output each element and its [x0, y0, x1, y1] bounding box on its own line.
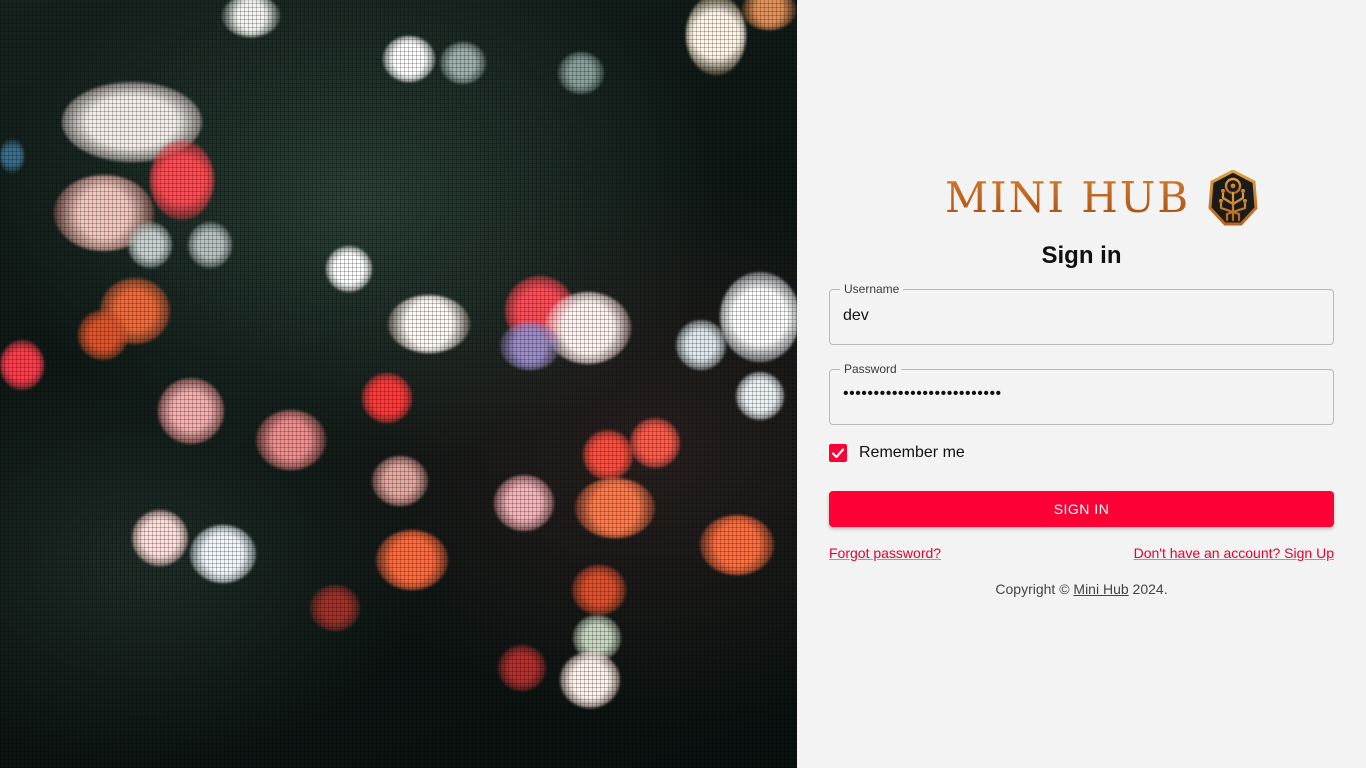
background-image [0, 0, 797, 768]
remember-me-option[interactable]: Remember me [829, 444, 965, 462]
username-field[interactable]: Username [829, 282, 1334, 345]
username-input[interactable] [843, 307, 1313, 325]
password-label: Password [840, 362, 901, 376]
remember-me-label: Remember me [859, 444, 965, 461]
copyright-prefix: Copyright © [995, 581, 1070, 597]
remember-me-checkbox[interactable] [829, 444, 847, 462]
copyright-year: 2024. [1132, 581, 1168, 597]
password-input[interactable]: •••••••••••••••••••••••••• [843, 385, 1313, 403]
brand-logo: MINI HUB [945, 170, 1258, 226]
copyright-text: Copyright © Mini Hub 2024. [797, 581, 1366, 597]
brand-name: MINI HUB [945, 173, 1191, 222]
username-label: Username [840, 282, 904, 296]
page-title: Sign in [1041, 242, 1122, 269]
checkmark-icon [831, 448, 845, 459]
sign-in-button[interactable]: SIGN IN [829, 491, 1334, 527]
forgot-password-link[interactable]: Forgot password? [829, 545, 941, 561]
circuit-tree-shield-icon [1208, 170, 1258, 226]
password-field[interactable]: Password •••••••••••••••••••••••••• [829, 362, 1334, 425]
sign-up-link[interactable]: Don't have an account? Sign Up [1134, 545, 1334, 561]
signin-panel: MINI HUB Sign in Username Password •••••… [797, 0, 1366, 768]
brand-link[interactable]: Mini Hub [1073, 581, 1128, 597]
